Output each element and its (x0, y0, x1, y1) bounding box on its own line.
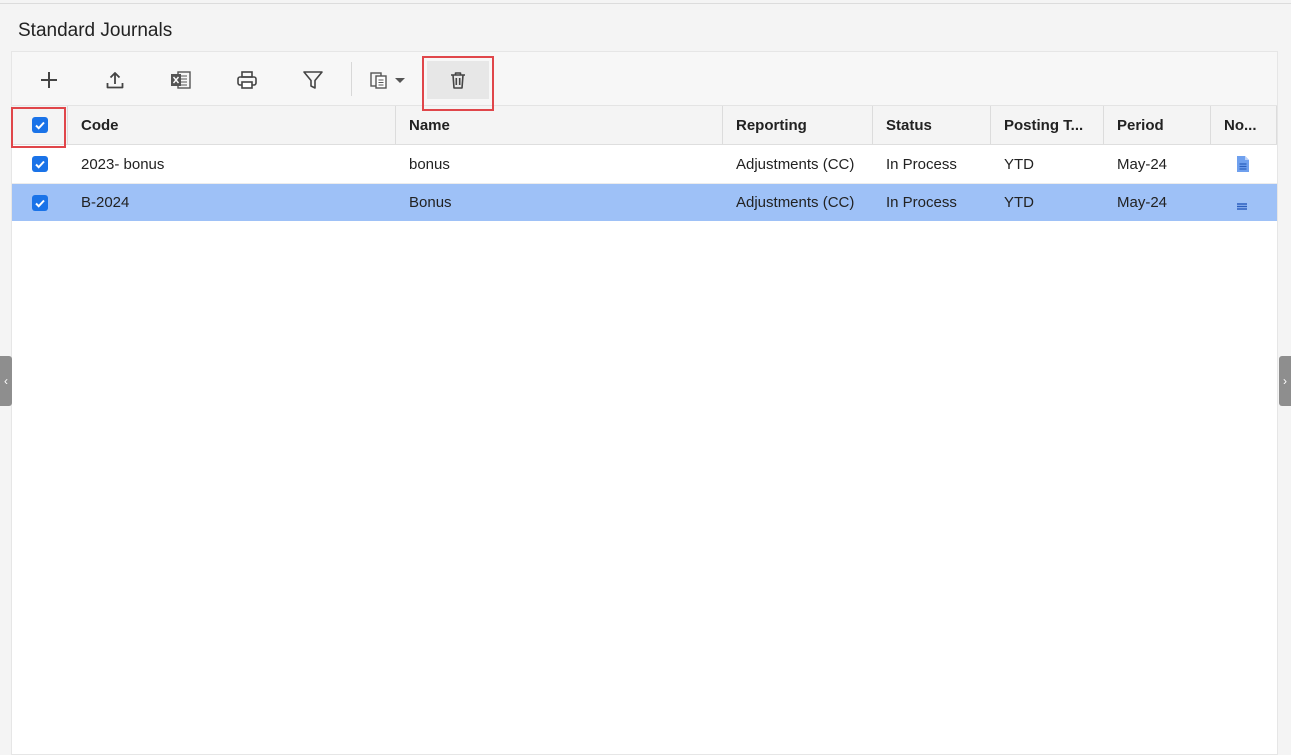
cell-notes (1211, 184, 1277, 221)
column-header-period[interactable]: Period (1104, 106, 1211, 144)
row-checkbox[interactable] (32, 156, 48, 172)
chevron-right-icon: › (1283, 374, 1287, 388)
document-icon[interactable] (1235, 155, 1251, 173)
delete-button[interactable] (427, 61, 489, 99)
column-header-code[interactable]: Code (68, 106, 396, 144)
cell-status: In Process (886, 155, 957, 173)
filter-icon (303, 71, 323, 89)
left-panel-toggle[interactable]: ‹ (0, 356, 12, 406)
toolbar (12, 52, 1277, 106)
add-button[interactable] (28, 60, 70, 100)
cell-reporting: Adjustments (CC) (736, 194, 855, 211)
cell-code: 2023- bonus (81, 155, 165, 173)
select-all-checkbox[interactable] (31, 117, 48, 133)
print-icon (237, 71, 257, 89)
table-row[interactable]: 2023- bonus bonus Adjustments (CC) In Pr… (12, 145, 1277, 184)
column-header-status[interactable]: Status (873, 106, 991, 144)
copy-dropdown-button[interactable] (366, 60, 414, 100)
toolbar-separator (351, 62, 352, 96)
top-border (0, 3, 1291, 4)
checkmark-icon (35, 160, 45, 169)
cell-period: May-24 (1117, 194, 1168, 211)
row-select-cell (12, 184, 68, 221)
upload-button[interactable] (94, 60, 136, 100)
journals-panel: Code Name Reporting Status Posting T... … (11, 51, 1278, 755)
export-excel-button[interactable] (160, 60, 202, 100)
select-all-cell (12, 106, 68, 144)
cell-posting-type: YTD (1004, 194, 1034, 211)
cell-name: Bonus (409, 194, 452, 211)
note-lines-icon[interactable] (1235, 196, 1249, 210)
table-row-selected[interactable]: B-2024 Bonus Adjustments (CC) In Process… (12, 184, 1277, 221)
column-header-name[interactable]: Name (396, 106, 723, 144)
column-header-reporting[interactable]: Reporting (723, 106, 873, 144)
upload-icon (106, 72, 124, 89)
column-header-posting-type[interactable]: Posting T... (991, 106, 1104, 144)
cell-code: B-2024 (81, 194, 130, 211)
cell-period: May-24 (1117, 155, 1168, 173)
cell-status: In Process (886, 194, 957, 211)
checkmark-icon (34, 121, 45, 130)
page-title: Standard Journals (18, 20, 173, 41)
right-panel-toggle[interactable]: › (1279, 356, 1291, 406)
filter-button[interactable] (292, 60, 334, 100)
trash-icon (451, 72, 465, 89)
grid-header-row: Code Name Reporting Status Posting T... … (12, 106, 1277, 145)
plus-icon (41, 72, 57, 88)
copy-dropdown-icon (370, 72, 405, 89)
checkmark-icon (35, 199, 45, 208)
row-checkbox[interactable] (32, 194, 48, 211)
cell-name: bonus (409, 155, 450, 173)
excel-icon (171, 71, 191, 89)
cell-reporting: Adjustments (CC) (736, 155, 855, 173)
row-select-cell (12, 145, 68, 183)
chevron-left-icon: ‹ (4, 374, 8, 388)
column-header-notes[interactable]: No... (1211, 106, 1277, 144)
cell-posting-type: YTD (1004, 155, 1034, 173)
cell-notes (1211, 145, 1277, 183)
print-button[interactable] (226, 60, 268, 100)
